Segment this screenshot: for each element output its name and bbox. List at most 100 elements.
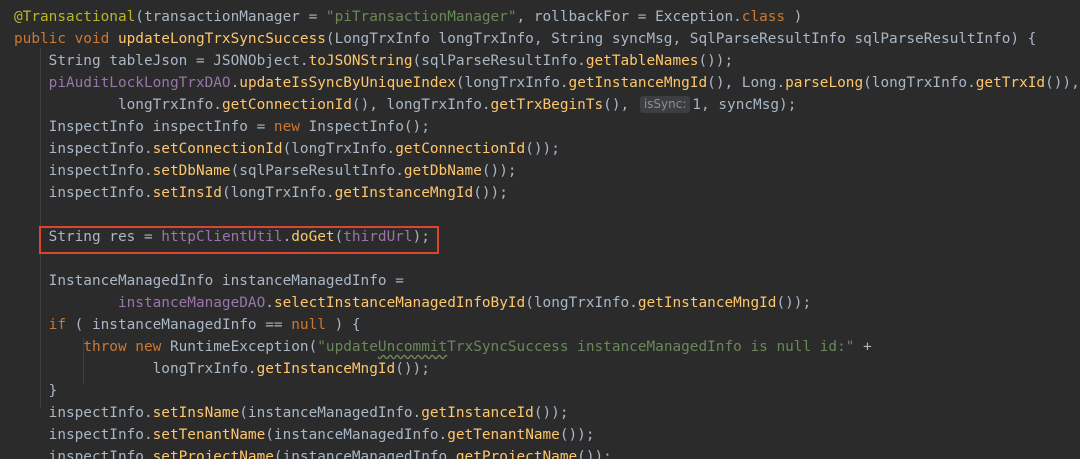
code-line[interactable]: } <box>0 380 1080 402</box>
code-token: (longTrxInfo. <box>863 75 976 91</box>
code-token: ); <box>412 229 430 245</box>
code-token: (instanceManagedInfo. <box>239 405 422 421</box>
code-token: longTrxInfo. <box>14 361 257 377</box>
code-token: ()); <box>473 185 508 201</box>
code-token: (sqlParseResultInfo. <box>412 53 586 69</box>
code-line[interactable]: InspectInfo inspectInfo = new InspectInf… <box>0 116 1080 138</box>
code-token: ()); <box>533 405 569 421</box>
code-token: (instanceManagedInfo. <box>273 449 456 459</box>
code-token: getConnectionId <box>221 97 352 113</box>
code-line[interactable]: @Transactional(transactionManager = "piT… <box>0 6 1080 28</box>
code-token: . <box>282 229 292 245</box>
code-token: getTrxBeginTs <box>490 97 604 113</box>
code-token: ()), <box>1045 75 1080 91</box>
code-token: getTenantName <box>447 427 560 443</box>
code-token: @Transactional <box>14 9 136 25</box>
code-token: inspectInfo. <box>14 141 153 157</box>
code-token: 1, syncMsg); <box>692 97 797 113</box>
code-token: httpClientUtil <box>161 229 283 245</box>
code-token: String res = <box>14 229 162 245</box>
code-token: . <box>265 295 274 311</box>
code-line[interactable]: instanceManageDAO.selectInstanceManagedI… <box>0 292 1080 314</box>
code-line[interactable]: inspectInfo.setInsId(longTrxInfo.getInst… <box>0 182 1080 204</box>
code-token: TrxSyncSuccess instanceManagedInfo is nu… <box>447 339 855 355</box>
code-token: new <box>273 119 309 135</box>
code-token: (sqlParseResultInfo. <box>230 163 404 179</box>
code-token: ()); <box>698 53 734 69</box>
code-line[interactable]: String tableJson = JSONObject.toJSONStri… <box>0 50 1080 72</box>
code-token: piAuditLockLongTrxDAO <box>48 75 231 91</box>
code-token: getInstanceMngId <box>568 75 708 91</box>
code-token: ()); <box>395 361 430 377</box>
code-token: longTrxInfo. <box>14 97 222 113</box>
code-token: getInstanceMngId <box>256 361 396 377</box>
code-token: getProjectName <box>455 449 578 459</box>
code-token: inspectInfo. <box>14 185 153 201</box>
code-token: inspectInfo. <box>14 427 153 443</box>
code-line[interactable]: public void updateLongTrxSyncSuccess(Lon… <box>0 28 1080 50</box>
code-token: getDbName <box>403 163 482 179</box>
code-line[interactable]: throw new RuntimeException("updateUncomm… <box>0 336 1080 358</box>
code-token: getTableNames <box>585 53 699 69</box>
code-token: } <box>14 383 58 399</box>
code-token: selectInstanceManagedInfoById <box>273 295 526 311</box>
code-token: (), longTrxInfo. <box>351 97 491 113</box>
code-token: inspectInfo. <box>14 405 153 421</box>
code-token: ( <box>334 229 344 245</box>
code-token: toJSONString <box>308 53 413 69</box>
code-token: "piTransactionManager" <box>325 9 517 25</box>
code-token: getInstanceId <box>421 405 534 421</box>
code-token: ( instanceManagedInfo == <box>74 317 292 333</box>
code-line[interactable]: inspectInfo.setProjectName(instanceManag… <box>0 446 1080 459</box>
code-token: null <box>291 317 335 333</box>
code-token: Uncommit <box>377 339 448 355</box>
code-token: String tableJson = JSONObject. <box>14 53 309 69</box>
code-token: setInsId <box>152 185 222 201</box>
code-line[interactable]: inspectInfo.setConnectionId(longTrxInfo.… <box>0 138 1080 160</box>
code-line[interactable]: String res = httpClientUtil.doGet(thirdU… <box>0 226 1080 248</box>
code-line[interactable]: if ( instanceManagedInfo == null ) { <box>0 314 1080 336</box>
code-token: "update <box>317 339 378 355</box>
code-token: (longTrxInfo. <box>525 295 638 311</box>
code-token: (), <box>603 97 638 113</box>
code-line[interactable]: inspectInfo.setDbName(sqlParseResultInfo… <box>0 160 1080 182</box>
code-token: ()); <box>481 163 517 179</box>
code-token: ) { <box>334 317 361 333</box>
code-token: class <box>741 9 786 25</box>
code-token: + <box>854 339 872 355</box>
code-token: (), Long. <box>707 75 786 91</box>
code-line[interactable]: longTrxInfo.getConnectionId(), longTrxIn… <box>0 94 1080 116</box>
code-editor[interactable]: @Transactional(transactionManager = "piT… <box>0 0 1080 459</box>
code-token: (transactionManager = <box>135 9 326 25</box>
code-token: getConnectionId <box>395 141 526 157</box>
code-line[interactable]: piAuditLockLongTrxDAO.updateIsSyncByUniq… <box>0 72 1080 94</box>
code-line[interactable] <box>0 248 1080 270</box>
code-token: inspectInfo. <box>14 449 153 459</box>
code-token: thirdUrl <box>343 229 413 245</box>
code-token: . <box>230 75 240 91</box>
code-token: ()); <box>776 295 812 311</box>
code-line[interactable]: InstanceManagedInfo instanceManagedInfo … <box>0 270 1080 292</box>
code-token: (longTrxInfo. <box>221 185 335 201</box>
code-token: getInstanceMngId <box>637 295 777 311</box>
code-token: doGet <box>291 229 335 245</box>
code-token: ) <box>785 9 803 25</box>
code-token: updateLongTrxSyncSuccess <box>117 31 326 47</box>
parameter-hint: isSync: <box>639 96 691 113</box>
code-token: InstanceManagedInfo instanceManagedInfo … <box>14 273 404 289</box>
code-token: InspectInfo(); <box>308 119 430 135</box>
code-line[interactable] <box>0 204 1080 226</box>
code-token: (instanceManagedInfo. <box>265 427 448 443</box>
code-line[interactable]: longTrxInfo.getInstanceMngId()); <box>0 358 1080 380</box>
code-token: ()); <box>577 449 612 459</box>
code-line[interactable]: inspectInfo.setTenantName(instanceManage… <box>0 424 1080 446</box>
code-token: setDbName <box>152 163 231 179</box>
code-line[interactable]: inspectInfo.setInsName(instanceManagedIn… <box>0 402 1080 424</box>
code-token: setProjectName <box>152 449 274 459</box>
code-token: ()); <box>525 141 560 157</box>
code-token: if <box>48 317 75 333</box>
code-token: getTrxId <box>975 75 1046 91</box>
